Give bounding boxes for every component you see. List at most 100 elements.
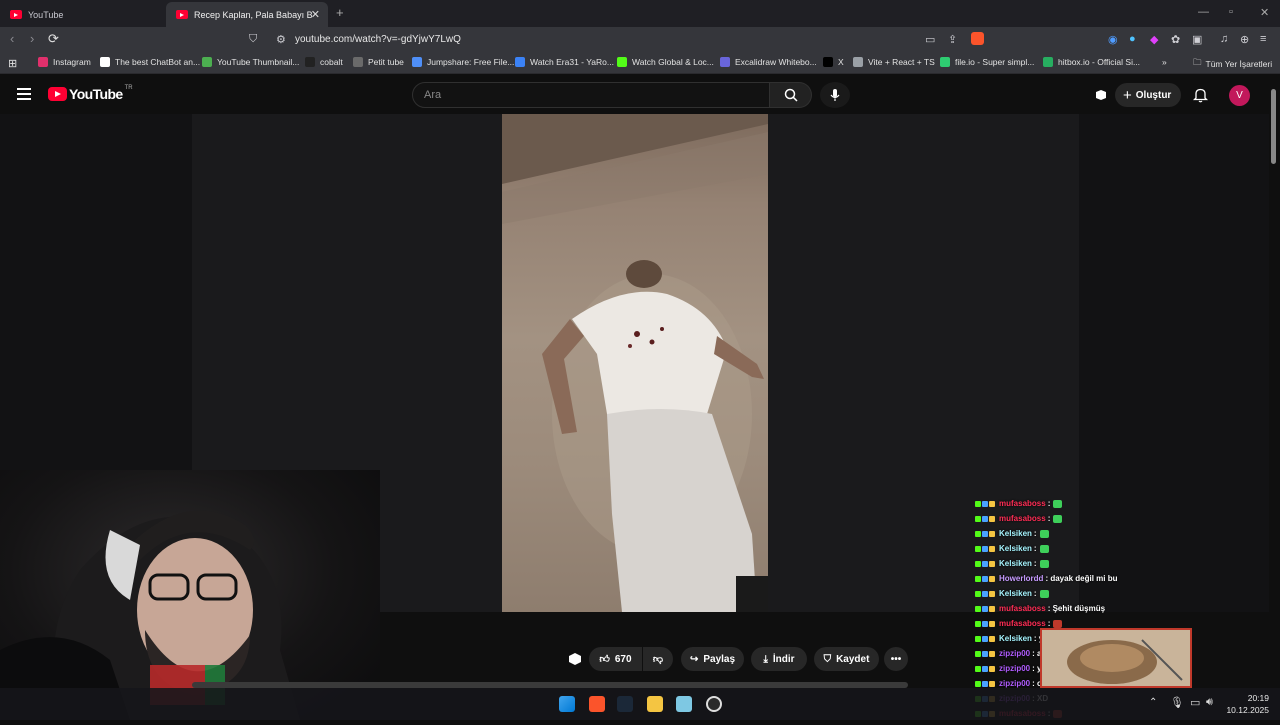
- network-icon[interactable]: ▭: [1190, 696, 1200, 709]
- all-bookmarks-folder[interactable]: 🗀 Tüm Yer İşaretleri: [1193, 57, 1272, 71]
- chat-username: Kelsiken: [999, 529, 1032, 538]
- bookmark-item[interactable]: Petit tube: [353, 57, 404, 67]
- share-icon[interactable]: ⇪: [948, 33, 957, 46]
- chat-badges: [975, 515, 996, 522]
- bookmark-item[interactable]: The best ChatBot an...: [100, 57, 200, 67]
- reload-icon[interactable]: ⟳: [48, 31, 59, 47]
- badge-icon: [989, 650, 995, 657]
- bookmark-item[interactable]: Vite + React + TS: [853, 57, 935, 67]
- chat-badges: [975, 560, 996, 567]
- address-bar[interactable]: ⚙ youtube.com/watch?v=-gdYjwY7LwQ: [244, 29, 994, 51]
- back-icon[interactable]: ‹: [10, 31, 14, 46]
- menu-icon[interactable]: ≡: [1260, 33, 1266, 45]
- gemini-ask-icon[interactable]: [567, 651, 583, 667]
- system-clock[interactable]: 20:19 10.12.2025: [1226, 692, 1269, 716]
- bookmark-item[interactable]: Excalidraw Whitebo...: [720, 57, 817, 67]
- share-button[interactable]: ↪ Paylaş: [681, 647, 744, 671]
- photos-icon[interactable]: [676, 696, 692, 712]
- brave-browser-icon[interactable]: [589, 696, 605, 712]
- more-bookmarks-icon[interactable]: »: [1162, 57, 1167, 67]
- extension-icon[interactable]: ◆: [1150, 33, 1158, 46]
- chat-text: :: [1047, 514, 1051, 523]
- extension-icon[interactable]: ◉: [1108, 33, 1118, 46]
- search-input[interactable]: [413, 83, 769, 107]
- dislike-button[interactable]: 👎︎: [643, 647, 673, 671]
- bookmark-label: Watch Global & Loc...: [632, 57, 714, 67]
- minimize-icon[interactable]: —: [1198, 6, 1209, 18]
- tab-youtube[interactable]: YouTube: [0, 2, 166, 27]
- close-tab-icon[interactable]: ✕: [311, 8, 320, 21]
- microphone-icon: [830, 89, 840, 101]
- wallet-icon[interactable]: ⊕: [1240, 33, 1249, 46]
- url-text[interactable]: youtube.com/watch?v=-gdYjwY7LwQ: [295, 34, 461, 45]
- maximize-icon[interactable]: ▫: [1229, 6, 1233, 18]
- tray-chevron-icon[interactable]: ⌃: [1149, 697, 1157, 708]
- youtube-favicon-icon: [10, 10, 22, 19]
- bookmark-label: Instagram: [53, 57, 91, 67]
- like-button[interactable]: 👍︎ 670: [589, 647, 642, 671]
- notifications-bell-icon[interactable]: [1193, 87, 1208, 103]
- create-button[interactable]: + Oluştur: [1115, 83, 1182, 107]
- forward-icon[interactable]: ›: [30, 31, 34, 46]
- share-arrow-icon: ↪: [689, 653, 699, 665]
- rewards-icon[interactable]: ✿: [1171, 33, 1180, 46]
- badge-icon: [989, 680, 995, 687]
- new-tab-icon[interactable]: +: [336, 5, 344, 20]
- bookmark-favicon-icon: [202, 57, 212, 67]
- video-frame[interactable]: [502, 114, 768, 612]
- save-button[interactable]: ⛉ Kaydet: [814, 647, 879, 671]
- youtube-favicon-icon: [176, 10, 188, 19]
- badge-icon: [982, 650, 988, 657]
- video-content: [502, 114, 768, 612]
- more-actions-button[interactable]: •••: [884, 647, 908, 671]
- tab-video[interactable]: Recep Kaplan, Pala Babayı Bıçakl ✕: [166, 2, 328, 27]
- chat-username: mufasaboss: [999, 514, 1046, 523]
- search-box[interactable]: [412, 82, 770, 108]
- youtube-logo[interactable]: YouTube TR: [48, 85, 133, 102]
- vpn-icon[interactable]: ●: [1129, 33, 1136, 45]
- tab-title: YouTube: [28, 9, 64, 20]
- all-bookmarks-label: Tüm Yer İşaretleri: [1205, 59, 1273, 69]
- sidebar-icon[interactable]: ▣: [1192, 33, 1202, 46]
- badge-icon: [975, 590, 981, 597]
- badge-icon: [982, 575, 988, 582]
- bookmark-item[interactable]: Watch Era31 - YaRo...: [515, 57, 614, 67]
- microphone-icon[interactable]: 🎙︎: [1170, 696, 1184, 709]
- close-window-icon[interactable]: ✕: [1260, 6, 1269, 19]
- obs-icon[interactable]: [706, 696, 722, 712]
- chat-username: Kelsiken: [999, 559, 1032, 568]
- bookmark-favicon-icon: [100, 57, 110, 67]
- page-scrollbar[interactable]: [1271, 89, 1276, 164]
- gemini-ask-icon[interactable]: [1094, 88, 1108, 102]
- chat-emote-icon: [1039, 589, 1049, 598]
- bookmark-item[interactable]: YouTube Thumbnail...: [202, 57, 299, 67]
- file-explorer-icon[interactable]: [647, 696, 663, 712]
- bookmark-item[interactable]: file.io - Super simpl...: [940, 57, 1034, 67]
- avatar[interactable]: V: [1229, 85, 1250, 106]
- menu-hamburger-icon[interactable]: [17, 88, 31, 103]
- download-button[interactable]: ⤓ İndir: [751, 647, 807, 671]
- search-button[interactable]: [770, 82, 812, 108]
- create-label: Oluştur: [1135, 89, 1172, 101]
- windows-start-icon[interactable]: [559, 696, 575, 712]
- bookmark-item[interactable]: Jumpshare: Free File...: [412, 57, 514, 67]
- site-settings-icon[interactable]: ⚙: [276, 33, 286, 46]
- bookmark-item[interactable]: Instagram: [38, 57, 91, 67]
- chat-badges: [975, 545, 996, 552]
- media-icon[interactable]: ♫: [1220, 33, 1228, 45]
- bookmark-item[interactable]: hitbox.io - Official Si...: [1043, 57, 1140, 67]
- youtube-header: YouTube TR + Oluştur V: [0, 75, 1280, 114]
- brave-shield-icon[interactable]: [971, 32, 984, 45]
- chat-username: zipzip00: [999, 649, 1031, 658]
- cast-icon[interactable]: ▭: [925, 33, 935, 46]
- bookmark-item[interactable]: cobalt: [305, 57, 343, 67]
- volume-icon[interactable]: 🔊︎: [1206, 696, 1213, 709]
- steam-icon[interactable]: [617, 696, 633, 712]
- badge-icon: [989, 515, 995, 522]
- bookmark-item[interactable]: Watch Global & Loc...: [617, 57, 714, 67]
- apps-grid-icon[interactable]: ⊞: [8, 57, 17, 70]
- badge-icon: [989, 560, 995, 567]
- bookmark-item[interactable]: X: [823, 57, 844, 67]
- voice-search-button[interactable]: [820, 82, 850, 108]
- chat-emote-icon: [1039, 559, 1049, 568]
